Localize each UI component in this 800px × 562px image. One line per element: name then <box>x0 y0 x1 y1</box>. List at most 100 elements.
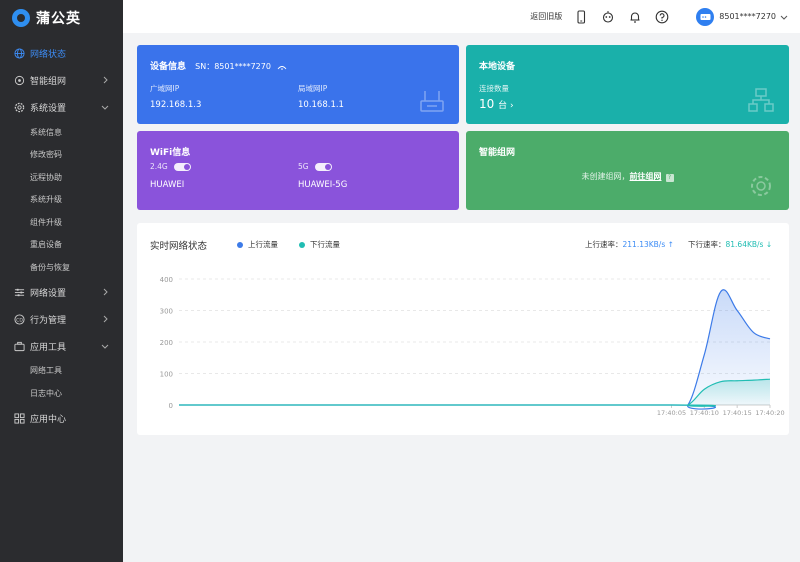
x-tick-label: 17:40:05 <box>657 409 686 417</box>
sidebar-item-label: 应用工具 <box>30 342 67 353</box>
download-rate-label: 下行速率： <box>688 240 726 249</box>
wifi-info-card: WiFi信息 2.4G 5G HUAWEI HUAWEI-5G <box>137 131 459 210</box>
serial-number: SN：8501****7270 <box>195 62 271 71</box>
bell-icon[interactable] <box>628 10 642 24</box>
realtime-network-panel: 0 100 200 300 400 17:40:05 17:40:10 17:40:15 17:… <box>137 223 789 435</box>
mesh-status: 未创建组网，前往组网? <box>466 171 789 182</box>
behavior-icon: CD <box>14 313 25 325</box>
download-area <box>179 379 770 407</box>
legend-upload-dot <box>237 241 243 248</box>
sidebar-subitem-system-info[interactable]: 系统信息 <box>0 121 123 144</box>
ssid-24g: HUAWEI <box>150 180 185 190</box>
ssid-5g: HUAWEI-5G <box>298 180 348 190</box>
wan-ip-value: 192.168.1.3 <box>150 100 202 110</box>
wifi-24g-toggle[interactable] <box>174 163 192 171</box>
device-info-title: 设备信息 SN：8501****7270 <box>150 59 287 72</box>
y-tick-label: 0 <box>169 402 173 410</box>
x-tick-label: 17:40:20 <box>755 409 784 417</box>
dandelion-logo-icon <box>12 9 30 27</box>
sidebar-item-label: 网络状态 <box>30 50 67 60</box>
panel-title: 实时网络状态 <box>150 241 208 252</box>
wifi-band-5g: 5G <box>298 162 332 171</box>
download-rate-value: 81.64KB/s ↓ <box>725 240 773 249</box>
app-name: 蒲公英 <box>36 11 81 27</box>
sidebar: 蒲公英 网络状态 智能组网 系统设置 系统信息 修改密码 远程协助 系统升级 组… <box>0 0 123 562</box>
upload-rate: 上行速率：211.13KB/s ↑ <box>585 239 674 250</box>
globe-icon <box>14 48 25 59</box>
band-5g-label: 5G <box>298 162 309 171</box>
sidebar-subitem-component-upgrade[interactable]: 组件升级 <box>0 211 123 234</box>
device-info-card: 设备信息 SN：8501****7270 广域网IP 192.168.1.3 局… <box>137 45 459 124</box>
chevron-right-icon <box>103 315 108 322</box>
top-header: 返回旧版 8501****7270 <box>123 0 800 33</box>
sidebar-subitem-network-tools[interactable]: 网络工具 <box>0 360 123 383</box>
wan-ip-label: 广域网IP <box>150 84 180 93</box>
help-badge-icon[interactable]: ? <box>665 174 674 182</box>
user-account[interactable]: 8501****7270 <box>719 12 776 21</box>
device-info-title-text: 设备信息 <box>150 62 187 72</box>
upload-rate-value: 211.13KB/s ↑ <box>622 240 674 249</box>
sidebar-menu: 网络状态 智能组网 系统设置 系统信息 修改密码 远程协助 系统升级 组件升级 … <box>0 40 123 432</box>
traffic-chart: 0 100 200 300 400 17:40:05 17:40:10 17:40:15 17:… <box>160 276 785 417</box>
chevron-right-icon <box>103 288 108 295</box>
sidebar-item-smart-mesh[interactable]: 智能组网 <box>0 67 123 94</box>
help-icon[interactable] <box>655 10 669 24</box>
chevron-down-icon <box>101 344 109 349</box>
gear-icon <box>14 102 25 113</box>
y-tick-label: 400 <box>160 276 173 284</box>
x-tick-label: 17:40:10 <box>690 409 719 417</box>
smart-mesh-card: 智能组网 未创建组网，前往组网? <box>466 131 789 210</box>
legend-upload[interactable]: 上行流量 <box>237 239 278 250</box>
gear-icon <box>751 176 771 196</box>
connection-count-label: 连接数量 <box>479 84 509 93</box>
chevron-down-icon[interactable] <box>780 13 788 21</box>
mesh-icon <box>14 75 25 86</box>
router-icon <box>420 91 444 112</box>
x-tick-label: 17:40:15 <box>723 409 752 417</box>
sidebar-item-app-center[interactable]: 应用中心 <box>0 405 123 432</box>
connection-count-value: 10 <box>479 97 495 111</box>
app-logo[interactable]: 蒲公英 <box>0 0 123 36</box>
sidebar-item-system-settings[interactable]: 系统设置 <box>0 94 123 121</box>
sidebar-item-behavior-management[interactable]: CD 行为管理 <box>0 306 123 333</box>
sidebar-item-label: 系统设置 <box>30 104 67 114</box>
apps-grid-icon <box>14 412 25 424</box>
back-to-old-version-link[interactable]: 返回旧版 <box>530 11 562 22</box>
sidebar-item-app-tools[interactable]: 应用工具 <box>0 333 123 360</box>
lan-ip-value: 10.168.1.1 <box>298 100 344 110</box>
chevron-down-icon <box>101 105 109 110</box>
sidebar-item-network-status[interactable]: 网络状态 <box>0 40 123 67</box>
sidebar-subitem-backup-restore[interactable]: 备份与恢复 <box>0 256 123 279</box>
mesh-status-text: 未创建组网， <box>581 172 630 181</box>
phone-icon[interactable] <box>574 9 588 24</box>
robot-icon[interactable] <box>601 10 615 24</box>
upload-series-line <box>179 289 771 410</box>
sidebar-item-label: 智能组网 <box>30 77 67 87</box>
wifi-5g-toggle[interactable] <box>314 163 332 171</box>
upload-rate-label: 上行速率： <box>585 240 623 249</box>
sidebar-subitem-remote-assist[interactable]: 远程协助 <box>0 166 123 189</box>
briefcase-icon <box>14 341 25 352</box>
legend-download-dot <box>299 241 305 248</box>
connection-count-unit: 台 › <box>498 101 514 111</box>
wifi-band-24g: 2.4G <box>150 162 192 171</box>
band-24g-label: 2.4G <box>150 162 168 171</box>
sidebar-subitem-system-upgrade[interactable]: 系统升级 <box>0 189 123 212</box>
chevron-right-icon <box>103 76 108 84</box>
legend-upload-label: 上行流量 <box>248 240 278 249</box>
sidebar-subitem-log-center[interactable]: 日志中心 <box>0 382 123 405</box>
sidebar-item-network-settings[interactable]: 网络设置 <box>0 279 123 306</box>
local-devices-title: 本地设备 <box>479 62 516 72</box>
sidebar-subitem-reboot[interactable]: 重启设备 <box>0 234 123 257</box>
sidebar-subitem-change-password[interactable]: 修改密码 <box>0 144 123 167</box>
connection-count[interactable]: 10 台 › <box>479 97 514 111</box>
y-tick-label: 100 <box>160 371 173 379</box>
legend-download[interactable]: 下行流量 <box>299 239 340 250</box>
sliders-icon <box>14 287 25 298</box>
go-to-mesh-link[interactable]: 前往组网 <box>630 172 662 181</box>
y-tick-label: 200 <box>160 339 173 347</box>
avatar[interactable] <box>696 7 715 26</box>
local-devices-card[interactable]: 本地设备 连接数量 10 台 › <box>466 45 789 124</box>
legend-download-label: 下行流量 <box>310 240 340 249</box>
upload-area <box>179 289 770 410</box>
